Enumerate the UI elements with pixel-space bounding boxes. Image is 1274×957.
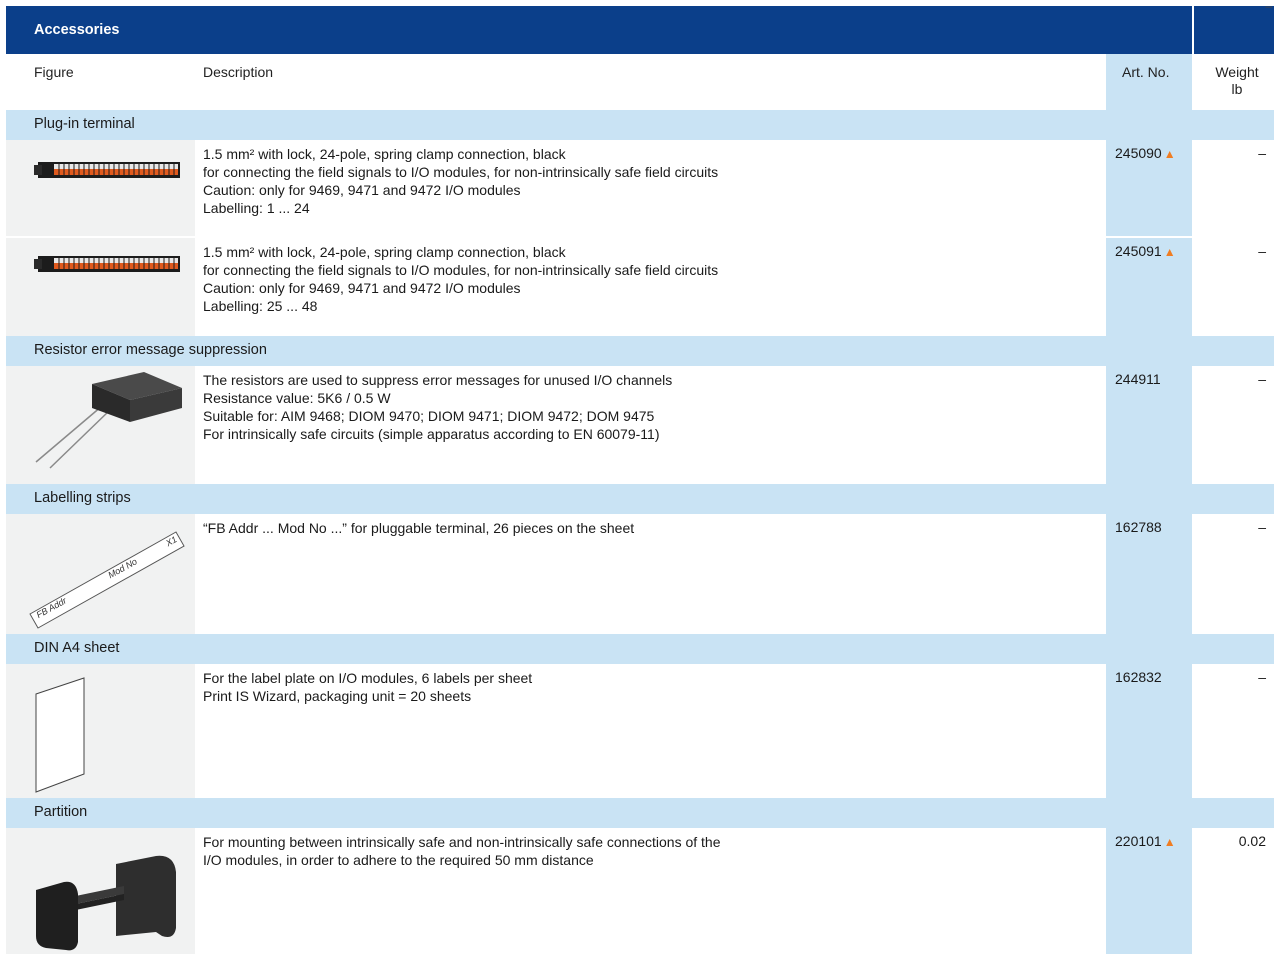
art-no-value: 162832 [1115,669,1162,685]
row-art-no: 162788 [1115,519,1162,535]
row-weight: – [1258,243,1266,259]
row-description: For mounting between intrinsically safe … [203,834,721,868]
section-title: Labelling strips [34,490,131,506]
figure-cell [6,366,195,484]
row-art-no: 162832 [1115,669,1162,685]
figure-cell [6,238,195,336]
partition-icon [36,855,176,951]
column-header-art-no: Art. No. [1122,64,1170,80]
column-header-figure: Figure [34,64,74,80]
table-row: For the label plate on I/O modules, 6 la… [6,664,1274,798]
marker-triangle-icon: ▲ [1163,245,1176,259]
art-no-value: 245091 [1115,243,1162,259]
table-row: For mounting between intrinsically safe … [6,828,1274,954]
figure-cell [6,664,195,798]
row-description: The resistors are used to suppress error… [203,372,673,442]
row-weight: 0.02 [1238,833,1266,849]
table-header-bar-right [1194,6,1274,54]
figure-cell [6,828,195,954]
row-weight: – [1258,371,1266,387]
plug-in-terminal-icon [34,162,180,178]
table-row: 1.5 mm² with lock, 24-pole, spring clamp… [6,140,1274,238]
art-no-value: 220101 [1115,833,1162,849]
row-weight: – [1258,145,1266,161]
figure-cell: FB Addr Mod No X1 [6,514,195,634]
art-no-value: 244911 [1115,371,1161,387]
column-header-description: Description [203,64,274,80]
table-row: 1.5 mm² with lock, 24-pole, spring clamp… [6,238,1274,336]
section-title: Resistor error message suppression [34,342,267,358]
section-title: DIN A4 sheet [34,640,120,656]
row-art-no: 244911 [1115,371,1161,387]
table-row: FB Addr Mod No X1 “FB Addr ... Mod No ..… [6,514,1274,634]
weight-label: Weight [1215,64,1259,80]
section-header: Labelling strips [6,484,1274,514]
labelling-strip-icon: FB Addr Mod No X1 [29,531,185,629]
artno-column-bg [1106,54,1192,110]
section-title: Plug-in terminal [34,116,135,132]
sheet-icon [35,677,85,793]
weight-unit: lb [1231,81,1243,97]
row-weight: – [1258,669,1266,685]
figure-cell [6,140,195,236]
row-weight: – [1258,519,1266,535]
section-title: Partition [34,804,88,820]
section-header: Resistor error message suppression [6,336,1274,366]
art-no-value: 245090 [1115,145,1162,161]
plug-in-terminal-icon [34,256,180,272]
row-description: “FB Addr ... Mod No ...” for pluggable t… [203,520,635,536]
resistor-icon [35,372,182,469]
row-description: 1.5 mm² with lock, 24-pole, spring clamp… [203,146,719,216]
row-art-no: 245091 ▲ [1115,243,1176,259]
row-art-no: 245090 ▲ [1115,145,1176,161]
corner-dash: – [1265,0,1272,13]
accessories-table: Accessories – Figure Description Art. No… [6,0,1274,954]
section-header: DIN A4 sheet [6,634,1274,664]
table-row: The resistors are used to suppress error… [6,366,1274,484]
table-title: Accessories [34,22,120,38]
section-header: Partition [6,798,1274,828]
column-header-weight: Weight lb [1210,64,1264,98]
marker-triangle-icon: ▲ [1163,147,1176,161]
row-description: For the label plate on I/O modules, 6 la… [203,670,533,704]
table-header-bar: Accessories [6,6,1192,54]
section-header: Plug-in terminal [6,110,1274,140]
art-no-value: 162788 [1115,519,1162,535]
marker-triangle-icon: ▲ [1163,835,1176,849]
row-art-no: 220101 ▲ [1115,833,1176,849]
row-description: 1.5 mm² with lock, 24-pole, spring clamp… [203,244,719,314]
